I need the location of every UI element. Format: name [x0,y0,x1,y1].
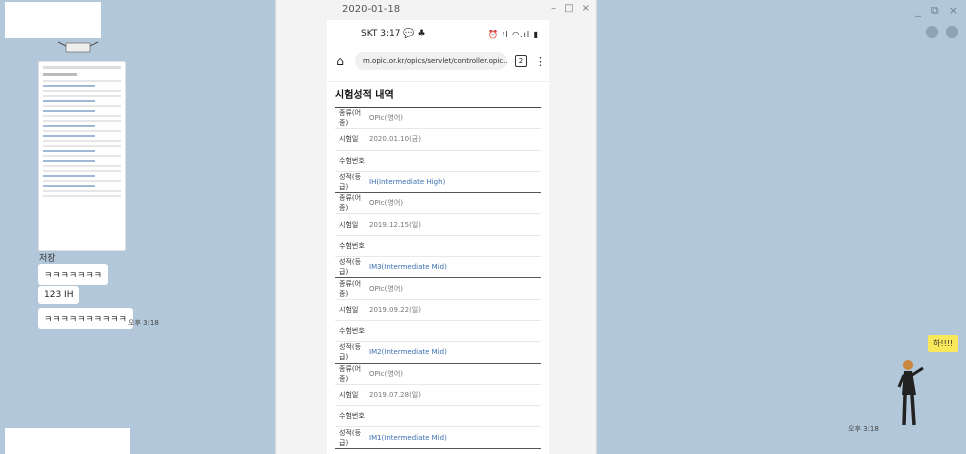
record-value: OPIc(영어) [369,284,403,293]
notification-icons: 💬 ♣ [403,29,426,39]
redacted-input [5,428,130,454]
record-label: 수험번호 [339,327,365,336]
record-row-grade: 성적(등급) IM3(Intermediate Mid) [335,257,541,279]
record-label: 성적(등급) [339,173,362,192]
record-label: 시험일 [339,220,359,229]
message-time: 오후 3:18 [128,319,159,327]
carrier-time: SKT 3:17 [361,29,401,39]
record-label: 성적(등급) [339,258,362,277]
record-row-grade: 성적(등급) IM1(Intermediate Mid) [335,427,541,449]
record-value: 2019.07.28(일) [369,391,421,399]
record-label: 종류(어종) [339,194,362,213]
record-value: OPIc(영어) [369,369,403,378]
record-label: 종류(어종) [339,279,362,298]
chat-window-controls: _ ⧉ × [915,4,958,18]
browser-url-bar: ⌂ m.opic.or.kr/opics/servlet/controller.… [327,48,549,74]
viewer-close-button[interactable]: × [582,3,590,14]
viewer-minimize-button[interactable]: – [551,3,556,14]
divider [327,74,549,82]
record-value: 2019.09.22(일) [369,305,421,314]
record-label: 시험일 [339,391,359,399]
record-row-grade: 성적(등급) IM2(Intermediate Mid) [335,342,541,364]
message-time: 오후 3:18 [848,425,879,433]
sticker-speech: 하!!!! [928,335,959,352]
notification-icon[interactable] [926,26,938,38]
dancing-figure-sticker-icon[interactable] [896,355,926,431]
record-label: 성적(등급) [339,428,362,447]
record-row-exam_no: 수험번호 [335,151,541,172]
record-label: 수험번호 [339,156,365,165]
record-label: 성적(등급) [339,343,362,362]
record-row-type: 종류(어종) OPIc(영어) [335,108,541,130]
record-row-grade: 성적(등급) IH(Intermediate High) [335,172,541,194]
avatar-strip-icon [57,41,99,53]
record-label: 수험번호 [339,412,365,421]
page-title: 시험성적 내역 [335,82,541,108]
home-icon[interactable]: ⌂ [333,54,347,68]
status-bar: SKT 3:17 💬 ♣ ⏰ ᵎl ◠.ıl ▮ [327,20,549,48]
record-value: OPIc(영어) [369,199,403,208]
chat-minimize-button[interactable]: _ [915,4,921,18]
viewer-title: 2020-01-18 [342,4,401,15]
record-row-type: 종류(어종) OPIc(영어) [335,193,541,215]
phone-screenshot: SKT 3:17 💬 ♣ ⏰ ᵎl ◠.ıl ▮ ⌂ m.opic.or.kr/… [327,20,549,454]
record-value[interactable]: IM2(Intermediate Mid) [369,348,447,356]
status-icons: ⏰ ᵎl ◠.ıl ▮ [488,29,539,39]
record-value[interactable]: IM1(Intermediate Mid) [369,434,447,442]
record-row-exam_no: 수험번호 [335,406,541,428]
record-value: 2019.12.15(일) [369,220,421,229]
chat-bubble[interactable]: ㅋㅋㅋㅋㅋㅋㅋ [38,264,108,285]
viewer-window-controls: – □ × [551,3,590,14]
record-row-exam_no: 수험번호 [335,321,541,343]
shared-image-thumbnail[interactable] [38,61,126,251]
chat-toolbar [926,26,958,38]
record-value: OPIc(영어) [369,114,403,123]
record-row-date: 시험일 2019.07.28(일) [335,385,541,407]
chat-close-button[interactable]: × [949,4,958,18]
record-row-date: 시험일 2019.12.15(일) [335,214,541,236]
record-row-exam_no: 수험번호 [335,236,541,258]
score-records: 종류(어종) OPIc(영어) 시험일 2020.01.10(금) 수험번호 성적(등급)… [335,108,541,449]
record-label: 종류(어종) [339,364,362,383]
chat-bubble[interactable]: 123 IH [38,286,80,304]
viewer-maximize-button[interactable]: □ [564,3,573,14]
redacted-profile [5,2,101,38]
record-label: 종류(어종) [339,109,362,128]
record-label: 시험일 [339,305,359,314]
record-value[interactable]: IM3(Intermediate Mid) [369,263,447,271]
chat-restore-button[interactable]: ⧉ [931,4,939,18]
record-row-date: 시험일 2019.09.22(일) [335,300,541,321]
menu-icon[interactable] [946,26,958,38]
record-value: 2020.01.10(금) [369,135,421,144]
tabs-count-icon[interactable]: 2 [515,55,527,67]
record-label: 시험일 [339,135,359,144]
more-options-icon[interactable]: ⋮ [535,55,546,68]
record-row-date: 시험일 2020.01.10(금) [335,129,541,151]
url-field[interactable]: m.opic.or.kr/opics/servlet/controller.op… [355,52,507,70]
record-row-type: 종류(어종) OPIc(영어) [335,278,541,300]
save-label[interactable]: 저장 [39,251,56,264]
record-row-type: 종류(어종) OPIc(영어) [335,364,541,385]
chat-bubble[interactable]: ㅋㅋㅋㅋㅋㅋㅋㅋㅋㅋ [38,308,133,329]
record-value[interactable]: IH(Intermediate High) [369,178,445,186]
record-label: 수험번호 [339,241,365,250]
